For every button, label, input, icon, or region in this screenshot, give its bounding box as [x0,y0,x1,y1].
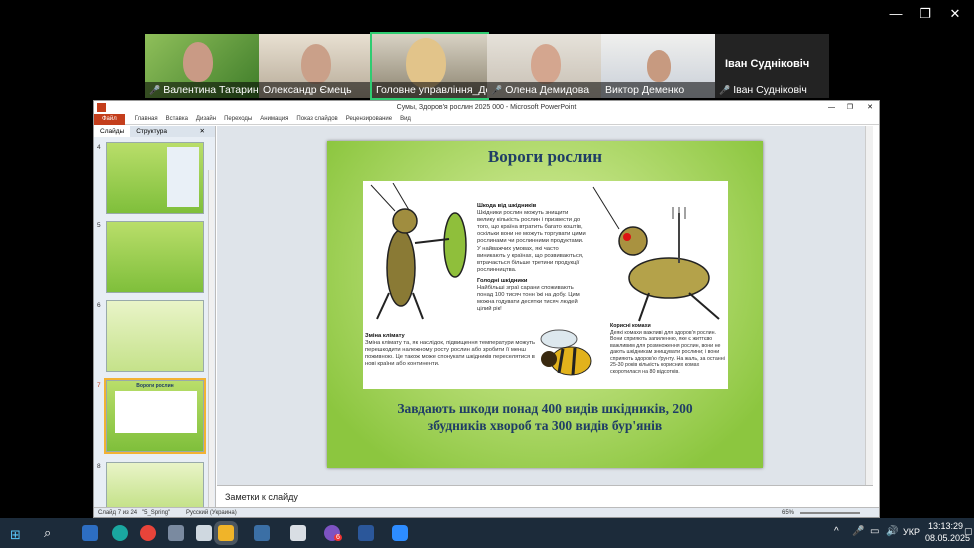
mic-muted-icon: 🎤 [149,85,161,95]
task-view-icon[interactable] [82,525,98,541]
thumb-title: Вороги рослин [136,383,174,389]
taskbar: ⊞ ⌕ 6 ^ 🎤 ▭ 🔊 УКР 13:13:29 08.05.2025 ▢ [0,518,974,548]
tab-design[interactable]: Дизайн [196,114,216,125]
tab-insert[interactable]: Вставка [166,114,188,125]
zoom-slider[interactable] [800,512,860,514]
pane-scrollbar[interactable] [208,170,214,508]
editor-scrollbar[interactable] [865,126,873,485]
language-indicator[interactable]: УКР [903,527,920,537]
notepad-icon[interactable] [196,525,212,541]
chrome-icon[interactable] [140,525,156,541]
mic-muted-icon: 🎤 [491,85,503,95]
notifications-icon[interactable]: ▢ [964,526,973,537]
participant-name: Головне управління_Де... [372,82,487,98]
ribbon-tabs: Файл Главная Вставка Дизайн Переходы Анимация… [94,114,879,125]
participant-name: 🎤 Олена Демидова [487,82,601,98]
search-icon[interactable]: ⌕ [44,525,51,541]
file-manager-icon[interactable] [290,525,306,541]
participant-video [406,38,446,88]
notes-input[interactable]: Заметки к слайду [217,485,873,507]
participant-tile[interactable]: Головне управління_Де... [370,32,489,100]
paint-icon[interactable] [168,525,184,541]
participant-tile[interactable]: 🎤 Олена Демидова [487,34,601,98]
tab-outline[interactable]: Структура [130,126,173,137]
slide-thumbnail[interactable] [106,462,204,508]
mic-muted-icon: 🎤 [719,85,731,95]
cricket-illustration [370,183,467,320]
status-language[interactable]: Русский (Украина) [186,508,237,518]
text-beneficial-insects: Корисні комахи Деякі комахи важливі для з… [610,323,725,375]
notification-badge: 6 [334,534,342,541]
text-climate-change: Зміна клімату Зміна клімату та, як наслід… [365,333,536,368]
participant-tile[interactable]: Виктор Деменко [601,34,715,98]
tab-home[interactable]: Главная [135,114,158,125]
slide-editor: Вороги рослин Шкода від шкідників Шкідни… [217,126,873,485]
participant-tile[interactable]: 🎤Валентина Татаринова [145,34,259,98]
zoom-icon[interactable] [392,525,408,541]
text-hungry-pests: Голодні шкідники Найбільші зграї сарани с… [477,278,580,313]
active-speaker-name: Іван Судніковіч [725,58,810,70]
participant-video [183,42,213,82]
slides-pane: Слайды Структура ✕ 4 5 6 7 Вороги рослин … [94,126,216,510]
tab-file[interactable]: Файл [94,114,125,125]
windows-start-icon[interactable]: ⊞ [10,527,21,543]
infographic-panel: Шкода від шкідників Шкідники рослин можут… [363,181,728,389]
thumb-number: 7 [97,382,101,389]
status-slide-number: Слайд 7 из 24 [98,510,138,516]
explorer-icon[interactable] [218,525,234,541]
participant-name: 🎤Валентина Татаринова [145,82,259,98]
tab-slideshow[interactable]: Показ слайдов [296,114,337,125]
tray-chevron-icon[interactable]: ^ [834,526,839,537]
participant-video [647,50,671,82]
current-slide[interactable]: Вороги рослин Шкода від шкідників Шкідни… [327,141,763,468]
clock-time[interactable]: 13:13:29 [928,521,963,531]
pane-close-icon[interactable]: ✕ [194,126,211,137]
tab-review[interactable]: Рецензирование [346,114,392,125]
participant-name: 🎤 Іван Судніковіч [719,84,807,96]
tab-animation[interactable]: Анимация [260,114,288,125]
participant-tile[interactable]: Олександр Ємець [259,34,372,98]
tab-slides[interactable]: Слайды [94,126,131,137]
status-theme: "5_Spring" [142,510,171,516]
thumb-number: 8 [97,463,101,470]
word-icon[interactable] [358,525,374,541]
slide-thumbnail[interactable] [106,300,204,372]
participant-video [531,44,561,84]
ppt-minimize-button[interactable]: — [828,101,835,114]
thumb-number: 5 [97,222,101,229]
remote-desktop-icon[interactable] [254,525,270,541]
network-icon[interactable]: ▭ [870,526,879,537]
participant-name: Олександр Ємець [259,82,372,98]
grasshopper-illustration [592,186,720,322]
ppt-titlebar: Сумы, Здоров'я рослин 2025 000 - Microso… [94,101,879,114]
slide-bottom-text: Завдають шкоди понад 400 видів шкідників… [397,401,693,433]
tab-transitions[interactable]: Переходы [224,114,252,125]
text-pest-damage: Шкода від шкідників Шкідники рослин можут… [477,203,586,273]
pane-tabs: Слайды Структура ✕ [94,126,215,137]
powerpoint-window: Сумы, Здоров'я рослин 2025 000 - Microso… [93,100,880,518]
participant-video [301,44,331,84]
restore-button[interactable]: ❐ [910,6,940,22]
thumb-number: 4 [97,144,101,151]
slide-title: Вороги рослин [487,147,603,166]
mic-tray-icon[interactable]: 🎤 [852,526,864,537]
thumb-number: 6 [97,302,101,309]
status-zoom[interactable]: 65% [782,508,794,518]
minimize-button[interactable]: — [881,6,911,21]
ppt-close-button[interactable]: ✕ [867,101,873,114]
slide-thumbnail[interactable] [106,142,204,214]
status-bar: Слайд 7 из 24 "5_Spring" Русский (Украин… [94,507,879,517]
slide-thumbnail[interactable] [106,221,204,293]
edge-icon[interactable] [112,525,128,541]
slide-thumbnail-selected[interactable]: Вороги рослин [104,378,206,454]
participant-tile[interactable]: Іван Судніковіч 🎤 Іван Судніковіч [715,34,829,98]
participant-name: Виктор Деменко [601,82,715,98]
ppt-restore-button[interactable]: ❐ [847,101,853,114]
close-button[interactable]: ✕ [940,6,970,22]
tab-view[interactable]: Вид [400,114,411,125]
ppt-title: Сумы, Здоров'я рослин 2025 000 - Microso… [396,104,577,111]
volume-icon[interactable]: 🔊 [886,526,898,537]
